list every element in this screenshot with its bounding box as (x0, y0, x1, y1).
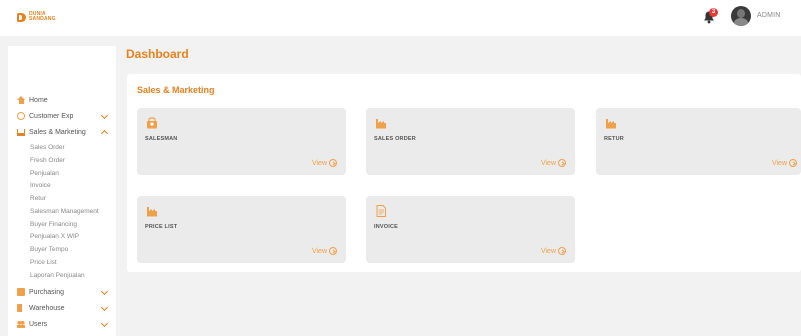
notification-badge: 3 (709, 8, 718, 17)
factory-icon (606, 119, 616, 129)
submenu-item-retur[interactable]: Retur (8, 193, 116, 206)
sidebar-item-sales-marketing[interactable]: Sales & Marketing (8, 124, 116, 140)
view-label: View (311, 247, 327, 255)
brand-logo[interactable]: DUNIA SANDANG (17, 12, 56, 22)
submenu-item-penjualan-x-wip[interactable]: Penjualan X WIP (8, 231, 116, 244)
view-label: View (540, 247, 556, 255)
home-icon (17, 96, 25, 104)
factory-icon (376, 119, 386, 129)
logo-mark-icon (17, 12, 26, 22)
view-link[interactable]: View (541, 247, 566, 255)
chevron-down-icon (100, 288, 109, 296)
submenu-item-buyer-tempo[interactable]: Buyer Tempo (8, 244, 116, 257)
sidebar-item-warehouse[interactable]: Warehouse (8, 300, 116, 316)
card-invoice[interactable]: INVOICE View (366, 196, 575, 263)
purchasing-icon (17, 288, 25, 297)
sidebar-item-customer-exp[interactable]: Customer Exp (8, 108, 116, 124)
card-sales-order[interactable]: SALES ORDER View (366, 108, 575, 175)
users-icon (17, 320, 25, 329)
card-label: SALES ORDER (374, 136, 416, 142)
top-bar: DUNIA SANDANG 3 ADMIN (0, 0, 801, 36)
view-label: View (540, 159, 556, 167)
sidebar-item-label: Home (29, 96, 48, 104)
card-label: SALESMAN (145, 136, 178, 142)
section-title: Sales & Marketing (137, 85, 215, 95)
view-label: View (771, 159, 787, 167)
view-link[interactable]: View (312, 159, 337, 167)
submenu-item-buyer-financing[interactable]: Buyer Financing (8, 219, 116, 232)
sidebar-item-label: Customer Exp (29, 112, 74, 120)
chevron-down-icon (100, 111, 109, 120)
submenu-item-price-list[interactable]: Price List (8, 257, 116, 270)
sidebar-item-purchasing[interactable]: Purchasing (8, 284, 116, 300)
document-icon (376, 205, 386, 217)
user-avatar[interactable] (731, 6, 751, 26)
card-label: PRICE LIST (145, 224, 178, 230)
arrow-right-circle-icon (329, 159, 337, 167)
sidebar-item-users[interactable]: Users (8, 316, 116, 332)
card-retur[interactable]: RETUR View (596, 108, 801, 175)
sidebar-item-label: Sales & Marketing (29, 128, 86, 136)
salesman-icon (147, 117, 157, 129)
arrow-right-circle-icon (558, 159, 566, 167)
arrow-right-circle-icon (329, 247, 337, 255)
page-title: Dashboard (126, 47, 189, 61)
sidebar-item-home[interactable]: Home (8, 92, 116, 108)
submenu-item-sales-order[interactable]: Sales Order (8, 142, 116, 155)
sales-marketing-submenu: Sales Order Fresh Order Penjualan Invoic… (8, 142, 116, 282)
submenu-item-invoice[interactable]: Invoice (8, 180, 116, 193)
submenu-item-salesman-management[interactable]: Salesman Management (8, 206, 116, 219)
user-name[interactable]: ADMIN (757, 12, 781, 19)
view-link[interactable]: View (541, 159, 566, 167)
arrow-right-circle-icon (789, 159, 797, 167)
sidebar-item-label: Purchasing (29, 288, 65, 296)
submenu-item-fresh-order[interactable]: Fresh Order (8, 155, 116, 168)
view-label: View (311, 159, 327, 167)
customer-icon (17, 112, 25, 120)
chevron-up-icon (100, 129, 109, 138)
cart-icon (17, 128, 25, 136)
view-link[interactable]: View (772, 159, 797, 167)
sidebar-item-label: Warehouse (29, 304, 65, 312)
card-salesman[interactable]: SALESMAN View (137, 108, 346, 175)
factory-icon (147, 207, 157, 217)
chevron-down-icon (100, 304, 109, 312)
sidebar-item-label: Users (29, 320, 48, 328)
arrow-right-circle-icon (558, 247, 566, 255)
card-label: RETUR (604, 136, 624, 142)
submenu-item-laporan-penjualan[interactable]: Laporan Penjualan (8, 270, 116, 283)
view-link[interactable]: View (312, 247, 337, 255)
truck-icon (17, 304, 25, 313)
submenu-item-penjualan[interactable]: Penjualan (8, 168, 116, 181)
card-price-list[interactable]: PRICE LIST View (137, 196, 346, 263)
sidebar-nav: Home Customer Exp Sales & Marketing Sale… (8, 92, 116, 332)
card-label: INVOICE (374, 224, 399, 230)
logo-text: DUNIA SANDANG (29, 11, 56, 22)
chevron-down-icon (100, 320, 109, 328)
